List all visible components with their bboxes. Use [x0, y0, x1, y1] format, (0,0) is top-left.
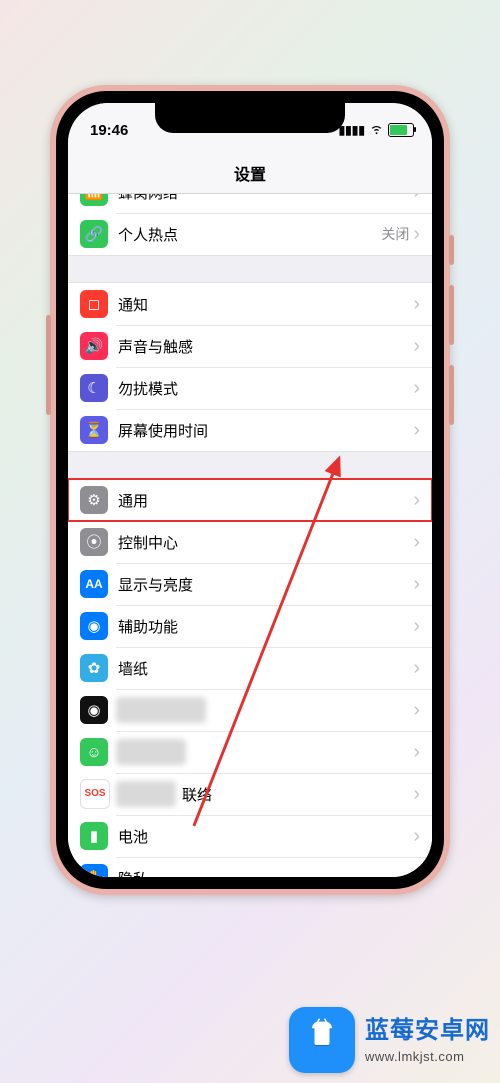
row-wallpaper[interactable]: ✿ 墙纸› [68, 647, 432, 689]
row-general[interactable]: ⚙ 通用› [68, 479, 432, 521]
row-battery[interactable]: ▮ 电池› [68, 815, 432, 857]
redacted-label [116, 739, 186, 765]
chevron-right-icon: › [413, 742, 432, 762]
row-sounds[interactable]: 🔊 声音与触感› [68, 325, 432, 367]
row-label: 隐私 [118, 868, 413, 878]
chevron-right-icon: › [413, 420, 432, 440]
chevron-right-icon: › [413, 336, 432, 356]
notch [155, 103, 345, 133]
row-label: 蜂窝网络 [118, 194, 413, 203]
chevron-right-icon: › [413, 868, 432, 877]
row-label: 勿扰模式 [118, 378, 413, 399]
sos-icon: SOS [80, 779, 110, 809]
siri-icon: ◉ [80, 696, 108, 724]
face-icon: ☺ [80, 738, 108, 766]
text-size-icon: AA [80, 570, 108, 598]
speaker-icon: 🔊 [80, 332, 108, 360]
chevron-right-icon: › [413, 294, 432, 314]
row-sos[interactable]: SOS联络› [68, 773, 432, 815]
chevron-right-icon: › [413, 826, 432, 846]
row-faceid[interactable]: ☺› [68, 731, 432, 773]
flower-icon: ✿ [80, 654, 108, 682]
redacted-label [116, 781, 176, 807]
watermark-title: 蓝莓安卓网 [365, 1014, 490, 1048]
watermark-logo [289, 1007, 355, 1073]
chevron-right-icon: › [413, 700, 432, 720]
chevron-right-icon: › [413, 378, 432, 398]
row-label: 声音与触感 [118, 336, 413, 357]
row-privacy[interactable]: ✋ 隐私› [68, 857, 432, 877]
chevron-right-icon: › [413, 616, 432, 636]
nav-bar: 设置 [68, 153, 432, 194]
row-hotspot[interactable]: 🔗 个人热点关闭› [68, 213, 432, 255]
bell-icon: ◻︎ [80, 290, 108, 318]
row-label: 墙纸 [118, 658, 413, 679]
row-label: 辅助功能 [118, 616, 413, 637]
accessibility-icon: ◉ [80, 612, 108, 640]
phone-screen: 19:46 ▮▮▮▮ 设置 📶蜂窝网络›🔗个人热点关闭›◻︎通知›🔊声音与触感›… [68, 103, 432, 877]
page-title: 设置 [234, 161, 266, 185]
row-label: 个人热点 [118, 224, 381, 245]
chevron-right-icon: › [413, 658, 432, 678]
chevron-right-icon: › [413, 490, 432, 510]
battery-icon [388, 123, 414, 137]
row-accessibility[interactable]: ◉ 辅助功能› [68, 605, 432, 647]
phone-frame: 19:46 ▮▮▮▮ 设置 📶蜂窝网络›🔗个人热点关闭›◻︎通知›🔊声音与触感›… [50, 85, 450, 895]
android-icon [302, 1015, 342, 1065]
volume-up-button [449, 285, 454, 345]
row-label: 屏幕使用时间 [118, 420, 413, 441]
redacted-label [116, 697, 206, 723]
chevron-right-icon: › [413, 784, 432, 804]
row-label: 控制中心 [118, 532, 413, 553]
silence-switch [449, 235, 454, 265]
status-time: 19:46 [90, 122, 128, 139]
toggles-icon: ⦿ [80, 528, 108, 556]
row-label: 通知 [118, 294, 413, 315]
chevron-right-icon: › [413, 224, 432, 244]
gear-icon: ⚙ [80, 486, 108, 514]
hand-icon: ✋ [80, 864, 108, 877]
power-button [46, 315, 51, 415]
hourglass-icon: ⏳ [80, 416, 108, 444]
antenna-icon: 📶 [80, 194, 108, 206]
watermark-url: www.lmkjst.com [365, 1048, 490, 1066]
row-cellular[interactable]: 📶 蜂窝网络› [68, 194, 432, 213]
row-screentime[interactable]: ⏳ 屏幕使用时间› [68, 409, 432, 451]
cellular-signal-icon: ▮▮▮▮ [339, 123, 365, 137]
row-detail: 关闭 [381, 224, 409, 244]
row-dnd[interactable]: ☾ 勿扰模式› [68, 367, 432, 409]
volume-down-button [449, 365, 454, 425]
row-label: 通用 [118, 490, 413, 511]
row-display[interactable]: AA 显示与亮度› [68, 563, 432, 605]
chevron-right-icon: › [413, 532, 432, 552]
watermark: 蓝莓安卓网 www.lmkjst.com [289, 1007, 490, 1073]
moon-icon: ☾ [80, 374, 108, 402]
row-control[interactable]: ⦿ 控制中心› [68, 521, 432, 563]
row-label: 显示与亮度 [118, 574, 413, 595]
row-label: 电池 [118, 826, 413, 847]
battery-icon: ▮ [80, 822, 108, 850]
row-notifications[interactable]: ◻︎ 通知› [68, 283, 432, 325]
chevron-right-icon: › [413, 574, 432, 594]
link-icon: 🔗 [80, 220, 108, 248]
row-siri[interactable]: ◉› [68, 689, 432, 731]
settings-list[interactable]: 📶蜂窝网络›🔗个人热点关闭›◻︎通知›🔊声音与触感›☾勿扰模式›⏳屏幕使用时间›… [68, 194, 432, 877]
wifi-icon [369, 121, 384, 139]
chevron-right-icon: › [413, 194, 432, 202]
